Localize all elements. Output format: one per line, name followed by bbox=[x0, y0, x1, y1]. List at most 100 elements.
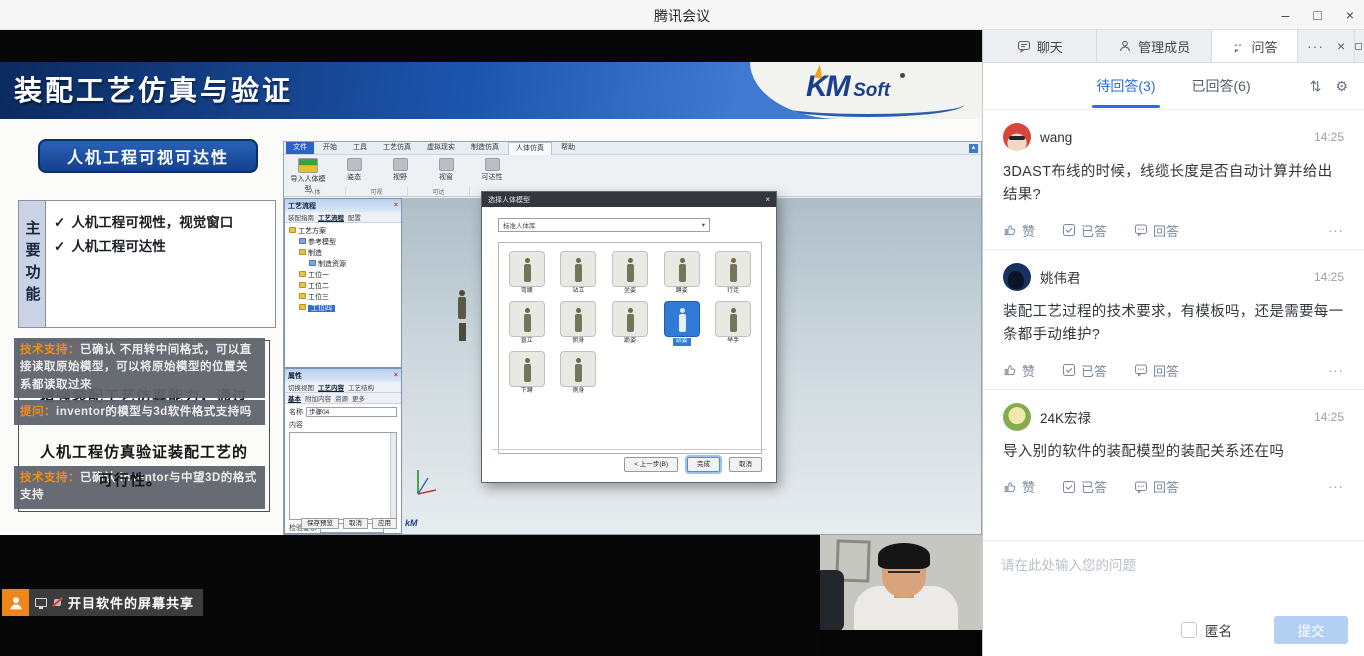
props-subtab[interactable]: 基本 bbox=[288, 393, 301, 403]
chat-icon bbox=[1017, 39, 1031, 53]
like-button[interactable]: 赞 bbox=[1003, 361, 1035, 380]
tab-pending-questions[interactable]: 待回答(3) bbox=[1096, 76, 1155, 96]
cad-menu-help[interactable]: 帮助 bbox=[554, 142, 582, 154]
maximize-button[interactable]: □ bbox=[1313, 7, 1321, 23]
pose-item-selected[interactable]: 站姿 bbox=[659, 301, 705, 346]
submit-question-button[interactable]: 提交 bbox=[1274, 616, 1348, 644]
screen-share-icon bbox=[35, 598, 47, 607]
reply-button[interactable]: 回答 bbox=[1134, 361, 1179, 380]
mark-answered-button[interactable]: 已答 bbox=[1062, 221, 1107, 240]
close-button[interactable]: × bbox=[1346, 7, 1354, 23]
ribbon-reach-button[interactable]: 可达性 bbox=[472, 158, 512, 194]
pose-item[interactable]: 站立 bbox=[555, 251, 601, 296]
cad-menu-human[interactable]: 人体仿真 bbox=[508, 142, 552, 155]
props-apply-button[interactable]: 应用 bbox=[372, 518, 397, 529]
reply-bubble-icon bbox=[1134, 223, 1148, 237]
props-tab[interactable]: 工艺结构 bbox=[348, 382, 374, 392]
dialog-finish-button[interactable]: 完成 bbox=[687, 457, 720, 472]
presenter-glasses bbox=[888, 571, 920, 578]
tree-tab[interactable]: 配置 bbox=[348, 212, 361, 222]
question-list: wang 14:25 3DAST布线的时候，线缆长度是否自动计算并给出结果? 赞… bbox=[983, 110, 1364, 540]
reply-button[interactable]: 回答 bbox=[1134, 221, 1179, 240]
tab-chat[interactable]: 聊天 bbox=[983, 30, 1097, 62]
dialog-prev-button[interactable]: < 上一步(B) bbox=[624, 457, 678, 472]
cad-menu-file[interactable]: 文件 bbox=[286, 142, 314, 154]
props-panel-close-icon[interactable]: × bbox=[394, 372, 398, 379]
pose-item[interactable]: 蹲姿 bbox=[659, 251, 705, 296]
question-text: 装配工艺过程的技术要求，有模板吗，还是需要每一条都手动维护? bbox=[1003, 301, 1344, 348]
pose-item[interactable]: 跪姿 bbox=[607, 301, 653, 346]
tree-tab[interactable]: 工艺流程 bbox=[318, 212, 344, 222]
tree-node-selected[interactable]: 工位四 bbox=[289, 303, 401, 314]
pose-item[interactable]: 侧身 bbox=[555, 351, 601, 396]
tree-node[interactable]: 工位二 bbox=[289, 281, 401, 292]
mark-answered-button[interactable]: 已答 bbox=[1062, 477, 1107, 496]
dialog-cancel-button[interactable]: 取消 bbox=[729, 457, 762, 472]
panel-detach-icon[interactable] bbox=[1354, 30, 1364, 62]
props-subtab[interactable]: 附加内容 bbox=[305, 393, 331, 403]
props-tab[interactable]: 工艺内容 bbox=[318, 382, 344, 392]
like-button[interactable]: 赞 bbox=[1003, 221, 1035, 240]
mark-answered-button[interactable]: 已答 bbox=[1062, 361, 1107, 380]
tree-node[interactable]: 工位一 bbox=[289, 270, 401, 281]
tab-manage-members[interactable]: 管理成员 bbox=[1097, 30, 1211, 62]
props-subtab[interactable]: 资源 bbox=[335, 393, 348, 403]
props-cancel-button[interactable]: 取消 bbox=[343, 518, 368, 529]
pose-item[interactable]: 坐姿 bbox=[607, 251, 653, 296]
pose-item[interactable]: 俯身 bbox=[555, 301, 601, 346]
tree-node[interactable]: 参考模型 bbox=[289, 237, 401, 248]
feature-item: ✓人机工程可达性 bbox=[54, 235, 269, 259]
panel-close-icon[interactable]: × bbox=[1337, 38, 1345, 54]
tree-node[interactable]: 工艺方案 bbox=[289, 226, 401, 237]
dialog-close-icon[interactable]: × bbox=[765, 195, 770, 204]
window-titlebar: 腾讯会议 – □ × bbox=[0, 0, 1364, 30]
props-save-button[interactable]: 保存预览 bbox=[301, 518, 339, 529]
pose-item[interactable]: 举手 bbox=[710, 301, 756, 346]
question-input[interactable] bbox=[1001, 554, 1346, 604]
pose-item[interactable]: 弯腰 bbox=[504, 251, 550, 296]
presenter-webcam-video[interactable] bbox=[820, 535, 982, 656]
cad-menu-vr[interactable]: 虚拟现实 bbox=[420, 142, 462, 154]
reply-button[interactable]: 回答 bbox=[1134, 477, 1179, 496]
question-more-button[interactable]: ··· bbox=[1328, 363, 1344, 378]
question-more-button[interactable]: ··· bbox=[1328, 223, 1344, 238]
question-time: 14:25 bbox=[1314, 410, 1344, 424]
panel-more-icon[interactable]: ··· bbox=[1307, 38, 1324, 54]
logo-km-text: KM bbox=[806, 70, 849, 103]
props-panel-title: 属性 bbox=[288, 371, 302, 381]
pose-item[interactable]: 行走 bbox=[710, 251, 756, 296]
cad-menu-tools[interactable]: 工具 bbox=[346, 142, 374, 154]
minimize-button[interactable]: – bbox=[1282, 7, 1290, 23]
gear-icon[interactable]: ⚙ bbox=[1335, 78, 1348, 95]
tree-node[interactable]: 制造资源 bbox=[289, 259, 401, 270]
tree-node[interactable]: 制造 bbox=[289, 248, 401, 259]
cad-menu-manufacture[interactable]: 制造仿真 bbox=[464, 142, 506, 154]
features-header: 主要功能 bbox=[22, 220, 43, 308]
pose-item[interactable]: 直立 bbox=[504, 301, 550, 346]
question-time: 14:25 bbox=[1314, 130, 1344, 144]
pose-item[interactable]: 下蹲 bbox=[504, 351, 550, 396]
tree-node[interactable]: 工位三 bbox=[289, 292, 401, 303]
question-text: 3DAST布线的时候，线缆长度是否自动计算并给出结果? bbox=[1003, 161, 1344, 208]
tree-panel-close-icon[interactable]: × bbox=[394, 202, 398, 209]
sort-icon[interactable]: ⇅ bbox=[1310, 78, 1322, 95]
props-tab[interactable]: 切换视图 bbox=[288, 382, 314, 392]
anonymous-checkbox[interactable] bbox=[1181, 622, 1197, 638]
answered-check-icon bbox=[1062, 223, 1076, 237]
question-author: 24K宏禄 bbox=[1040, 407, 1091, 427]
model-library-dropdown[interactable]: 标准人体库 ▾ bbox=[498, 218, 710, 232]
logo-soft-text: Soft bbox=[853, 80, 890, 101]
name-field[interactable]: 步骤04 bbox=[306, 407, 397, 417]
panel-tab-bar: 聊天 管理成员 问答 ··· × bbox=[983, 30, 1364, 63]
tab-answered-questions[interactable]: 已回答(6) bbox=[1192, 76, 1251, 96]
content-textarea[interactable] bbox=[289, 432, 397, 520]
cad-menu-simulation[interactable]: 工艺仿真 bbox=[376, 142, 418, 154]
cad-menu-start[interactable]: 开始 bbox=[316, 142, 344, 154]
props-subtab[interactable]: 更多 bbox=[352, 393, 365, 403]
question-more-button[interactable]: ··· bbox=[1328, 479, 1344, 494]
tab-qa[interactable]: 问答 bbox=[1212, 30, 1298, 62]
question-author: 姚伟君 bbox=[1040, 267, 1081, 287]
like-button[interactable]: 赞 bbox=[1003, 477, 1035, 496]
tree-tab[interactable]: 装配指南 bbox=[288, 212, 314, 222]
ribbon-collapse-icon[interactable]: ▲ bbox=[969, 144, 978, 153]
